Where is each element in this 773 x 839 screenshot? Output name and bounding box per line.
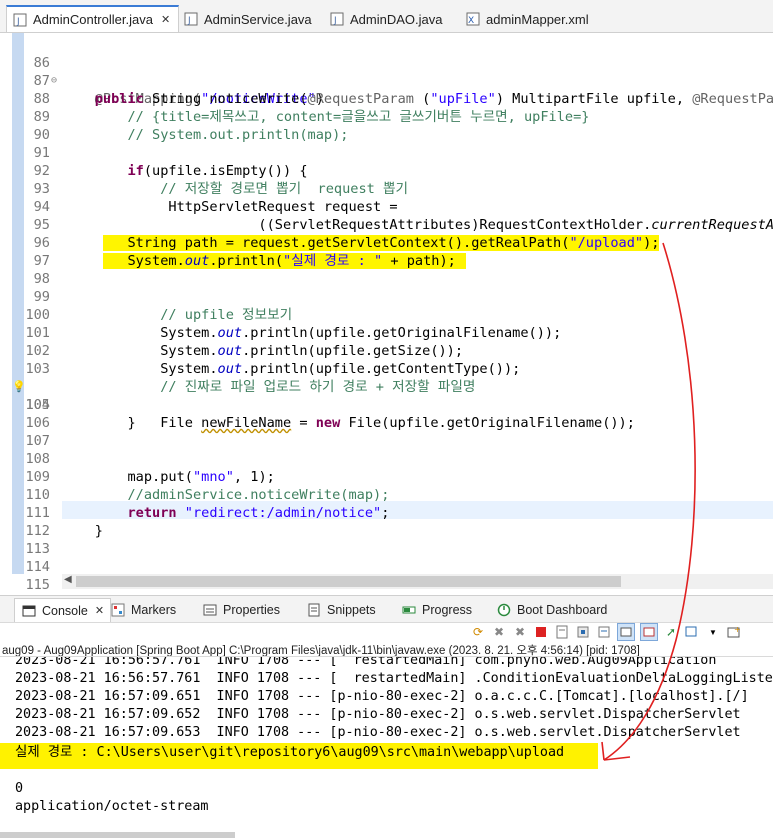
tab-adminmapper[interactable]: X adminMapper.xml [460,6,597,32]
terminate-icon[interactable] [533,624,549,640]
markers-icon [110,602,126,618]
log-line: 2023-08-21 16:57:09.653 INFO 1708 --- [p… [15,725,741,740]
code-line: 99 // upfile 정보보기 [0,270,773,323]
open-console-icon[interactable]: + [726,624,742,640]
file-size-output-line: 0 [15,781,24,796]
code-line: 110 return "redirect:/admin/notice"; [0,468,773,521]
code-line: 95 String path = request.getServletConte… [0,198,773,251]
code-line: 89 // System.out.println(map); [0,90,773,143]
code-line: 97 [0,234,773,269]
code-line: 87 public String noticeWrite(@RequestPar… [0,54,773,107]
close-icon[interactable]: ✕ [95,604,104,617]
tab-label: Properties [223,603,280,617]
console-toolbar: ⟳ ✖ ✖ ➚ ▼ + [470,622,742,642]
tab-label: AdminService.java [204,11,312,27]
code-line: 93 HttpServletRequest request = [0,162,773,215]
tab-progress[interactable]: Progress [401,600,472,620]
clear-console-icon[interactable] [554,624,570,640]
tab-console[interactable]: Console ✕ [14,598,112,622]
code-line: 88 // {title=제목쓰고, content=글을쓰고 글쓰기버튼 누르… [0,72,773,125]
code-line: 113 [0,522,773,557]
content-type-output-line: application/octet-stream [15,799,209,814]
close-icon[interactable]: ✕ [161,13,170,26]
relaunch-icon[interactable]: ⟳ [470,624,486,640]
code-line: 105 } [0,378,773,431]
pin-console-icon[interactable]: ➚ [663,624,679,640]
code-line: 111 } [0,486,773,539]
java-file-icon: J [330,12,344,26]
log-line: 2023-08-21 16:56:57.761 INFO 1708 --- [ … [15,656,717,668]
code-line: 112 [0,504,773,539]
remove-launch-icon[interactable]: ✖ [491,624,507,640]
real-path-output-line: 실제 경로 : C:\Users\user\git\repository6\au… [15,745,565,760]
tab-boot-dashboard[interactable]: Boot Dashboard [496,600,607,620]
svg-text:J: J [333,16,337,26]
tab-markers[interactable]: Markers [110,600,176,620]
scrollbar-thumb[interactable] [76,576,621,587]
code-line: 102 System.out.println(upfile.getContent… [0,324,773,377]
scroll-left-icon[interactable]: ◀ [64,574,72,585]
console-horizontal-scrollbar[interactable] [0,832,235,838]
remove-all-terminated-icon[interactable]: ✖ [512,624,528,640]
tab-label: AdminController.java [33,12,153,27]
properties-icon [202,602,218,618]
tab-properties[interactable]: Properties [202,600,280,620]
code-editor[interactable]: 86 ⊖ @PostMapping("/noticeWrite") 87 pub… [0,33,773,611]
svg-text:X: X [468,16,474,26]
svg-text:+: + [734,625,741,634]
snippets-icon [306,602,322,618]
boot-dashboard-icon [496,602,512,618]
code-line: 98 [0,252,773,287]
code-line: 💡 104 File newFileName = new File(upfile… [0,360,773,431]
console-tab-bar: Console ✕ Markers Properties Snippets Pr… [0,595,773,623]
log-line: 2023-08-21 16:56:57.761 INFO 1708 --- [ … [15,671,773,686]
tab-label: AdminDAO.java [350,11,443,27]
progress-icon [401,602,417,618]
show-on-stderr-icon[interactable] [640,623,658,641]
code-line: 109 //adminService.noticeWrite(map); [0,450,773,503]
tab-admindao[interactable]: J AdminDAO.java [324,6,450,32]
horizontal-scrollbar[interactable]: ◀ [62,574,773,589]
code-line: 94 ((ServletRequestAttributes)RequestCon… [0,180,773,233]
code-line: 106 [0,396,773,431]
scroll-lock-icon[interactable] [575,624,591,640]
console-output[interactable]: 2023-08-21 16:56:57.761 INFO 1708 --- [ … [0,656,773,839]
tab-adminservice[interactable]: J AdminService.java [178,6,320,32]
tab-label: Progress [422,603,473,617]
code-line: 90 [0,108,773,143]
editor-tab-bar: J AdminController.java ✕ J AdminService.… [0,0,773,33]
code-line: 108 map.put("mno", 1); [0,432,773,485]
log-line: 2023-08-21 16:57:09.652 INFO 1708 --- [p… [15,707,741,722]
code-line: 86 ⊖ @PostMapping("/noticeWrite") [0,36,773,107]
code-line: 92 // 저장할 경로면 뽑기 request 뽑기 [0,144,773,197]
tab-label: Markers [131,603,177,617]
chevron-down-icon[interactable]: ▼ [705,624,721,640]
code-line: 96 System.out.println("실제 경로 : " + path)… [0,216,773,269]
code-line: 100 System.out.println(upfile.getOrigina… [0,288,773,341]
code-line: 107 [0,414,773,449]
tab-label: Console [42,603,88,618]
display-selected-console-icon[interactable] [684,624,700,640]
svg-text:J: J [16,17,20,27]
tab-snippets[interactable]: Snippets [306,600,376,620]
code-line: 114 [0,540,773,575]
code-line: 91 if(upfile.isEmpty()) { [0,126,773,179]
code-line: 101 System.out.println(upfile.getSize())… [0,306,773,359]
tab-label: Snippets [327,603,376,617]
tab-admincontroller[interactable]: J AdminController.java ✕ [6,5,180,32]
java-file-icon: J [13,13,27,27]
log-line: 2023-08-21 16:57:09.651 INFO 1708 --- [p… [15,689,749,704]
console-icon [21,603,37,619]
show-on-stdout-icon[interactable] [617,623,635,641]
word-wrap-icon[interactable] [596,624,612,640]
tab-label: Boot Dashboard [517,603,608,617]
line-number: 115 [25,577,50,593]
tab-label: adminMapper.xml [486,11,589,27]
java-file-icon: J [184,12,198,26]
xml-file-icon: X [466,12,480,26]
code-line: 103 // 진짜로 파일 업로드 하기 경로 + 저장할 파일명 [0,342,773,395]
svg-text:J: J [187,16,191,26]
